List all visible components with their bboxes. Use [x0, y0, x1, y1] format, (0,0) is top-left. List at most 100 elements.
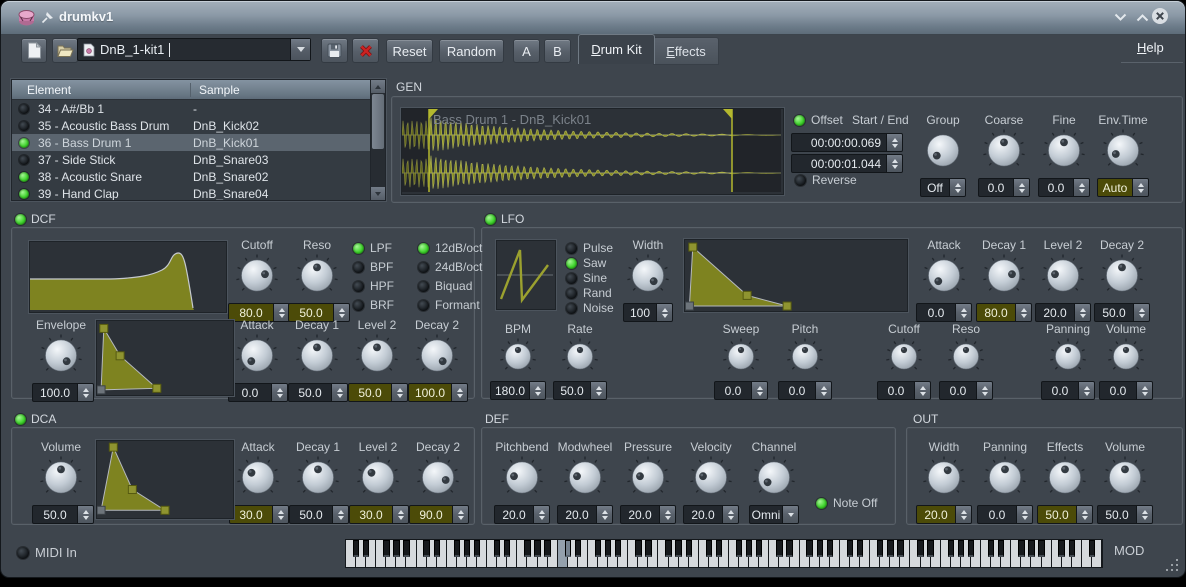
dcf-hpf-radio[interactable]: HPF: [353, 279, 394, 293]
dcf-24db-oct-radio[interactable]: 24dB/oct: [418, 260, 482, 274]
lfo-sweep-spin-arrows[interactable]: [751, 382, 767, 399]
key-black-1[interactable]: [353, 540, 359, 557]
gen-group-spinbox[interactable]: Off: [920, 178, 966, 197]
key-black-25[interactable]: [494, 540, 500, 557]
lfo-pitch-knob[interactable]: [776, 336, 834, 380]
lfo-pitch-spin-arrows[interactable]: [815, 382, 831, 399]
titlebar[interactable]: drumkv1: [1, 1, 1185, 35]
lfo-level-2-knob[interactable]: [1034, 252, 1092, 302]
def-channel-dropdown-arrow[interactable]: [782, 506, 798, 523]
lfo-level-2-spinbox[interactable]: 20.0: [1035, 303, 1091, 322]
def-channel-select[interactable]: Omni: [749, 505, 799, 524]
element-row[interactable]: 37 - Side StickDnB_Snare03: [12, 151, 385, 168]
gen-env-time-spin-arrows[interactable]: [1132, 179, 1148, 196]
key-black-22[interactable]: [474, 540, 480, 557]
preset-b-button[interactable]: B: [544, 39, 571, 63]
gen-start-spin-arrows[interactable]: [886, 134, 902, 151]
dcf-decay-1-spin-arrows[interactable]: [331, 384, 347, 401]
dcf-decay-2-spinbox[interactable]: 100.0: [408, 383, 468, 402]
key-black-34[interactable]: [544, 540, 550, 557]
dcf-decay-2-knob[interactable]: [408, 332, 466, 382]
lfo-level-2-spin-arrows[interactable]: [1074, 304, 1090, 321]
lfo-rate-spin-arrows[interactable]: [590, 382, 606, 399]
lfo-rand-radio[interactable]: Rand: [566, 286, 612, 300]
element-row[interactable]: 35 - Acoustic Bass DrumDnB_Kick02: [12, 117, 385, 134]
def-pressure-spin-arrows[interactable]: [659, 506, 675, 523]
key-black-87[interactable]: [857, 540, 863, 557]
out-panning-knob[interactable]: [976, 454, 1034, 504]
out-volume-knob[interactable]: [1096, 454, 1154, 504]
dcf-cutoff-knob[interactable]: [228, 252, 286, 302]
delete-preset-button[interactable]: [352, 38, 379, 63]
dca-level-2-spin-arrows[interactable]: [392, 506, 408, 523]
def-pressure-knob[interactable]: [619, 454, 677, 504]
lfo-panning-spinbox[interactable]: 0.0: [1041, 381, 1095, 400]
key-black-123[interactable]: [1069, 540, 1075, 557]
lfo-decay-2-spinbox[interactable]: 50.0: [1094, 303, 1150, 322]
key-black-99[interactable]: [927, 540, 933, 557]
mod-label[interactable]: MOD: [1114, 543, 1144, 558]
dca-attack-knob[interactable]: [229, 454, 287, 504]
key-black-63[interactable]: [716, 540, 722, 557]
gen-offset-toggle[interactable]: Offset: [794, 113, 843, 127]
dcf-envelope-display[interactable]: [96, 320, 234, 396]
close-button[interactable]: [1151, 8, 1169, 24]
lfo-cutoff-knob[interactable]: [875, 336, 933, 380]
key-black-106[interactable]: [968, 540, 974, 557]
key-black-94[interactable]: [897, 540, 903, 557]
key-black-68[interactable]: [746, 540, 752, 557]
key-black-92[interactable]: [887, 540, 893, 557]
dca-enable-led[interactable]: [15, 414, 26, 425]
gen-env-time-knob[interactable]: [1094, 127, 1152, 177]
key-black-80[interactable]: [817, 540, 823, 557]
dcf-decay-2-spin-arrows[interactable]: [451, 384, 467, 401]
lfo-cutoff-spin-arrows[interactable]: [914, 382, 930, 399]
lfo-volume-spin-arrows[interactable]: [1136, 382, 1152, 399]
out-effects-spin-arrows[interactable]: [1076, 506, 1092, 523]
def-modwheel-spin-arrows[interactable]: [596, 506, 612, 523]
lfo-width-knob[interactable]: [619, 252, 677, 302]
key-black-27[interactable]: [504, 540, 510, 557]
key-black-66[interactable]: [736, 540, 742, 557]
out-width-spin-arrows[interactable]: [955, 506, 971, 523]
dca-level-2-knob[interactable]: [349, 454, 407, 504]
lfo-bpm-spin-arrows[interactable]: [529, 382, 545, 399]
element-list-scrollbar[interactable]: [370, 80, 385, 200]
def-pitchbend-knob[interactable]: [493, 454, 551, 504]
scroll-down-button[interactable]: [371, 187, 385, 200]
lfo-bpm-knob[interactable]: [489, 336, 547, 380]
dcf-decay-1-spinbox[interactable]: 50.0: [288, 383, 348, 402]
element-row[interactable]: 39 - Hand ClapDnB_Snare04: [12, 185, 385, 201]
dcf-attack-spin-arrows[interactable]: [271, 384, 287, 401]
def-modwheel-spinbox[interactable]: 20.0: [557, 505, 613, 524]
dcf-envelope-spinbox[interactable]: 100.0: [32, 383, 94, 402]
help-link[interactable]: Help: [1137, 40, 1164, 55]
tab-drum-kit[interactable]: Drum Kit: [578, 34, 655, 64]
dcf-envelope-spin-arrows[interactable]: [77, 384, 93, 401]
lfo-attack-knob[interactable]: [915, 252, 973, 302]
key-black-111[interactable]: [998, 540, 1004, 557]
key-black-51[interactable]: [645, 540, 651, 557]
key-black-46[interactable]: [615, 540, 621, 557]
lfo-saw-radio[interactable]: Saw: [566, 256, 606, 270]
preset-combobox[interactable]: DnB_1-kit1: [77, 38, 311, 61]
reset-button[interactable]: Reset: [386, 39, 433, 63]
lfo-noise-radio[interactable]: Noise: [566, 301, 614, 315]
lfo-sine-radio[interactable]: Sine: [566, 271, 607, 285]
key-black-85[interactable]: [847, 540, 853, 557]
key-black-114[interactable]: [1018, 540, 1024, 557]
column-element[interactable]: Element: [12, 83, 191, 97]
dca-level-2-spinbox[interactable]: 30.0: [349, 505, 409, 524]
lfo-decay-1-spinbox[interactable]: 80.0: [976, 303, 1032, 322]
out-panning-spinbox[interactable]: 0.0: [977, 505, 1033, 524]
key-black-61[interactable]: [706, 540, 712, 557]
def-note-off-toggle[interactable]: Note Off: [816, 496, 877, 510]
preset-dropdown-arrow[interactable]: [290, 39, 310, 60]
lfo-rate-spinbox[interactable]: 50.0: [553, 381, 607, 400]
lfo-sweep-knob[interactable]: [712, 336, 770, 380]
dca-decay-2-knob[interactable]: [409, 454, 467, 504]
gen-fine-knob[interactable]: [1035, 127, 1093, 177]
dcf-section-title[interactable]: DCF: [15, 212, 56, 226]
dca-volume-spin-arrows[interactable]: [77, 506, 93, 523]
lfo-cutoff-spinbox[interactable]: 0.0: [877, 381, 931, 400]
